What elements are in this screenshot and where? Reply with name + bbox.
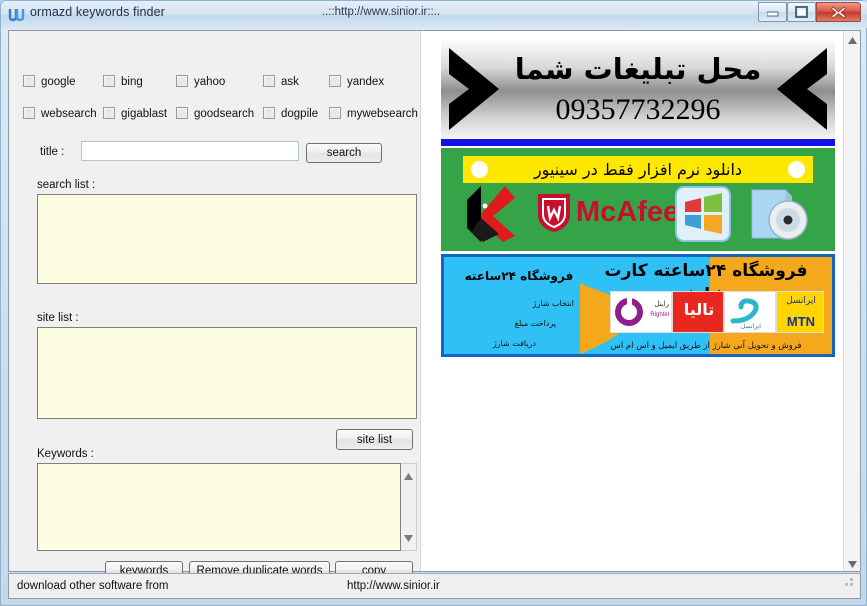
checkbox-label: yandex [347, 76, 384, 88]
rightel-logo: رایتل Rightel [610, 291, 672, 333]
controls-pane: google bing yahoo ask yandex websearch g… [9, 31, 421, 571]
mtn-label-en: MTN [777, 314, 825, 329]
banner3-step-2: پرداخت مبلغ [444, 319, 556, 328]
title-input[interactable] [81, 141, 299, 161]
title-label: title : [40, 146, 64, 158]
rightel-label-fa: رایتل [654, 300, 669, 308]
banner1-text: محل تبلیغات شما 09357732296 [511, 46, 765, 128]
status-bar: download other software from http://www.… [8, 573, 861, 599]
bullet-dot-icon [788, 161, 805, 178]
banner3-step-3: دریافت شارژ [444, 339, 536, 348]
site-list-textarea[interactable] [37, 327, 417, 419]
banner2-headline-bar: دانلود نرم افزار فقط در سینیور [463, 156, 813, 183]
banner3-left-title: فروشگاه ۲۴ساعته [454, 269, 584, 283]
site-list-button[interactable]: site list [336, 429, 413, 450]
checkbox-gigablast[interactable]: gigablast [103, 107, 167, 121]
title-bar: ormazd keywords finder ..::http://www.si… [1, 1, 867, 28]
checkbox-box[interactable] [176, 75, 188, 87]
banner-divider [441, 139, 835, 146]
checkbox-label: gigablast [121, 108, 167, 120]
maximize-button[interactable] [787, 2, 816, 22]
mcafee-wordmark: McAfee [576, 196, 679, 229]
chevron-right-icon [447, 46, 507, 137]
banner3-footer: فروش و تحویل آنی شارژ از طریق ایمیل و اس… [586, 341, 826, 351]
checkbox-label: yahoo [194, 76, 225, 88]
banner2-logos: McAfee [441, 184, 835, 246]
scroll-down-icon[interactable] [401, 529, 416, 547]
mtn-logo: ایرانسل MTN [776, 291, 824, 333]
checkbox-box[interactable] [263, 75, 275, 87]
checkbox-label: ask [281, 76, 299, 88]
mtn-label-fa: ایرانسل [777, 296, 825, 306]
checkbox-label: bing [121, 76, 143, 88]
checkbox-box[interactable] [176, 107, 188, 119]
checkbox-box[interactable] [329, 75, 341, 87]
search-list-label: search list : [37, 179, 95, 191]
rightel-label-en: Rightel [650, 312, 669, 318]
checkbox-yahoo[interactable]: yahoo [176, 75, 225, 89]
software-download-banner[interactable]: دانلود نرم افزار فقط در سینیور [441, 148, 835, 251]
bullet-dot-icon [471, 161, 488, 178]
taliya-label: تالیا [673, 300, 725, 319]
checkbox-label: goodsearch [194, 108, 254, 120]
irancell-logo: ایرانسل [724, 291, 776, 333]
banner1-phone: 09357732296 [511, 92, 765, 128]
keywords-label: Keywords : [37, 448, 94, 460]
window-title-center: ..::http://www.sinior.ir::.. [1, 6, 761, 18]
scroll-up-icon[interactable] [401, 467, 416, 485]
scroll-up-icon[interactable] [844, 31, 860, 47]
advertisement-pane: محل تبلیغات شما 09357732296 دانلود نرم ا… [421, 31, 846, 571]
taliya-logo: تالیا [672, 291, 724, 333]
close-button[interactable] [816, 2, 861, 22]
windows-icon [675, 186, 731, 247]
checkbox-label: dogpile [281, 108, 318, 120]
keywords-textarea[interactable] [37, 463, 401, 551]
site-list-label: site list : [37, 312, 79, 324]
banner2-headline: دانلود نرم افزار فقط در سینیور [493, 158, 783, 181]
checkbox-goodsearch[interactable]: goodsearch [176, 107, 254, 121]
checkbox-label: google [41, 76, 76, 88]
advertising-space-banner[interactable]: محل تبلیغات شما 09357732296 [441, 40, 835, 138]
checkbox-websearch[interactable]: websearch [23, 107, 97, 121]
status-right-text[interactable]: http://www.sinior.ir [347, 580, 440, 592]
banner3-step-1: انتخاب شارژ [444, 299, 574, 308]
application-window: ormazd keywords finder ..::http://www.si… [0, 0, 867, 606]
form-scrollbar[interactable] [843, 31, 860, 571]
checkbox-box[interactable] [263, 107, 275, 119]
checkbox-label: mywebsearch [347, 108, 418, 120]
kaspersky-icon [459, 184, 519, 249]
engine-row-1: google bing yahoo ask yandex [9, 75, 420, 97]
disc-drive-icon [746, 184, 810, 249]
charge-card-shop-banner[interactable]: فروشگاه ۲۴ساعته کارت شارژ فروشگاه ۲۴ساعت… [441, 254, 835, 357]
mcafee-icon [536, 192, 572, 239]
checkbox-box[interactable] [23, 107, 35, 119]
search-button[interactable]: search [306, 143, 382, 163]
client-area: google bing yahoo ask yandex websearch g… [8, 30, 861, 572]
checkbox-mywebsearch[interactable]: mywebsearch [329, 107, 418, 121]
checkbox-ask[interactable]: ask [263, 75, 299, 89]
checkbox-box[interactable] [103, 107, 115, 119]
chevron-left-icon [769, 46, 829, 137]
checkbox-yandex[interactable]: yandex [329, 75, 384, 89]
checkbox-box[interactable] [329, 107, 341, 119]
checkbox-bing[interactable]: bing [103, 75, 143, 89]
keywords-scrollbar[interactable] [401, 463, 417, 551]
checkbox-google[interactable]: google [23, 75, 76, 89]
checkbox-dogpile[interactable]: dogpile [263, 107, 318, 121]
irancell-label: ایرانسل [725, 323, 777, 330]
checkbox-box[interactable] [103, 75, 115, 87]
resize-grip[interactable] [842, 576, 856, 595]
scroll-down-icon[interactable] [844, 555, 860, 571]
minimize-button[interactable] [758, 2, 787, 22]
engine-row-2: websearch gigablast goodsearch dogpile m… [9, 107, 420, 129]
search-list-textarea[interactable] [37, 194, 417, 284]
banner1-headline: محل تبلیغات شما [511, 46, 765, 92]
status-left-text: download other software from [17, 580, 169, 592]
checkbox-label: websearch [41, 108, 97, 120]
checkbox-box[interactable] [23, 75, 35, 87]
